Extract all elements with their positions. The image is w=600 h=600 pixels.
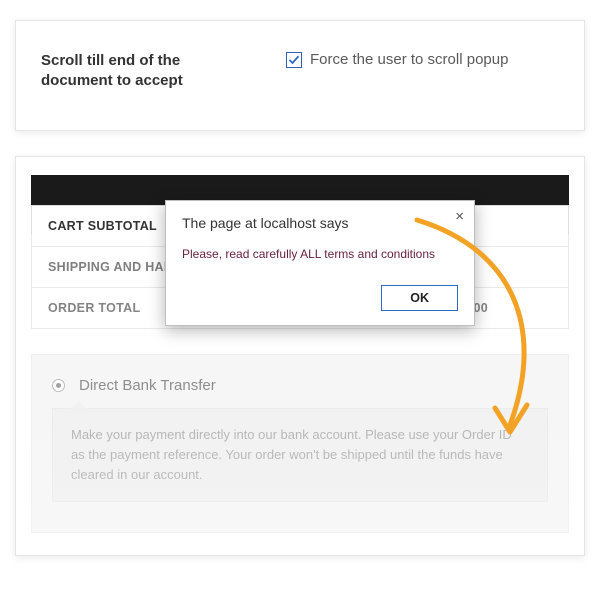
check-icon [288, 54, 300, 66]
payment-title: Direct Bank Transfer [79, 377, 216, 394]
payment-description: Make your payment directly into our bank… [71, 427, 512, 482]
payment-block: Direct Bank Transfer Make your payment d… [31, 354, 569, 533]
payment-description-box: Make your payment directly into our bank… [52, 408, 548, 502]
alert-dialog: × The page at localhost says Please, rea… [165, 200, 475, 326]
setting-label: Scroll till end of the document to accep… [41, 51, 216, 90]
alert-actions: OK [182, 285, 458, 311]
settings-card: Scroll till end of the document to accep… [15, 20, 585, 131]
ok-button[interactable]: OK [381, 285, 458, 311]
radio-dot-icon [56, 383, 61, 388]
force-scroll-label: Force the user to scroll popup [310, 51, 508, 68]
alert-title: The page at localhost says [182, 215, 458, 231]
force-scroll-checkbox[interactable] [286, 52, 302, 68]
payment-radio[interactable] [52, 379, 65, 392]
alert-message: Please, read carefully ALL terms and con… [182, 247, 458, 261]
triangle-up-icon [71, 401, 87, 409]
setting-control: Force the user to scroll popup [286, 51, 559, 68]
close-icon[interactable]: × [455, 209, 464, 224]
payment-option-row[interactable]: Direct Bank Transfer [52, 377, 548, 394]
